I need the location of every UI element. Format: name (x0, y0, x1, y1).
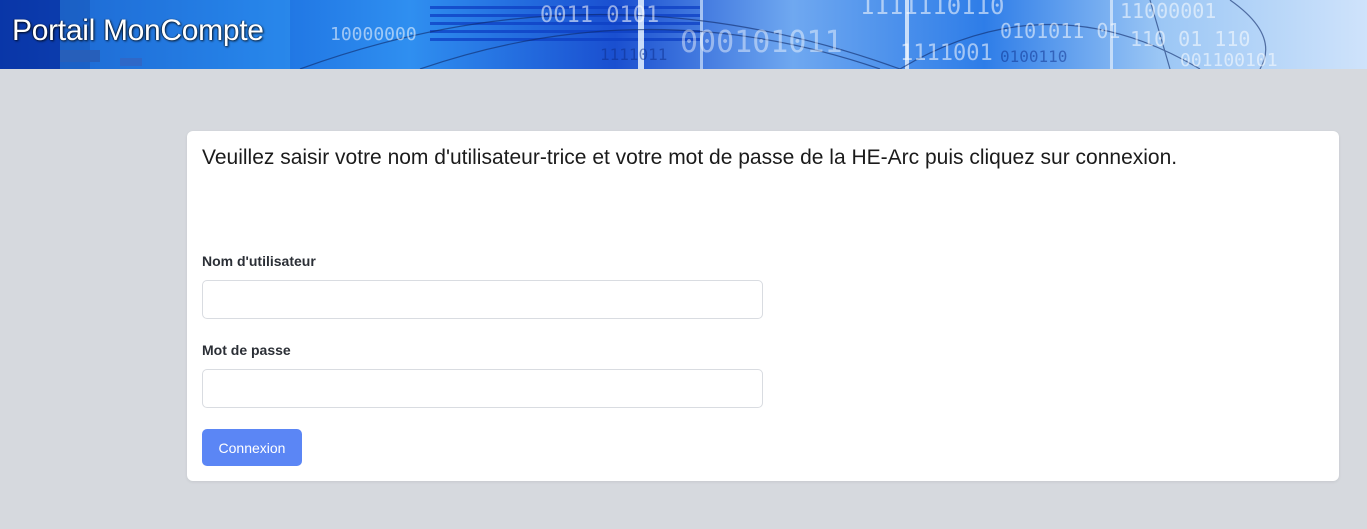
svg-text:0100110: 0100110 (1000, 47, 1067, 66)
password-input[interactable] (202, 369, 763, 408)
svg-text:1111110110: 1111110110 (860, 0, 1005, 20)
login-instructions: Veuillez saisir votre nom d'utilisateur-… (202, 146, 1178, 169)
svg-text:0101011 01: 0101011 01 (1000, 19, 1120, 43)
svg-text:0011 0101: 0011 0101 (540, 3, 659, 28)
app-title: Portail MonCompte (12, 14, 264, 47)
password-label: Mot de passe (202, 342, 291, 358)
svg-text:1111001: 1111001 (900, 41, 993, 66)
header-banner: 10000000 0011 0101 000101011 1111110110 … (0, 0, 1367, 69)
svg-text:110 01 110: 110 01 110 (1130, 27, 1250, 51)
svg-text:000101011: 000101011 (680, 25, 843, 60)
svg-text:1111011: 1111011 (600, 45, 667, 64)
username-input[interactable] (202, 280, 763, 319)
username-label: Nom d'utilisateur (202, 253, 316, 269)
svg-text:11000001: 11000001 (1120, 0, 1216, 23)
svg-text:10000000: 10000000 (330, 24, 417, 45)
login-card: Veuillez saisir votre nom d'utilisateur-… (187, 131, 1339, 481)
login-button[interactable]: Connexion (202, 429, 302, 466)
svg-text:001100101: 001100101 (1180, 50, 1278, 69)
